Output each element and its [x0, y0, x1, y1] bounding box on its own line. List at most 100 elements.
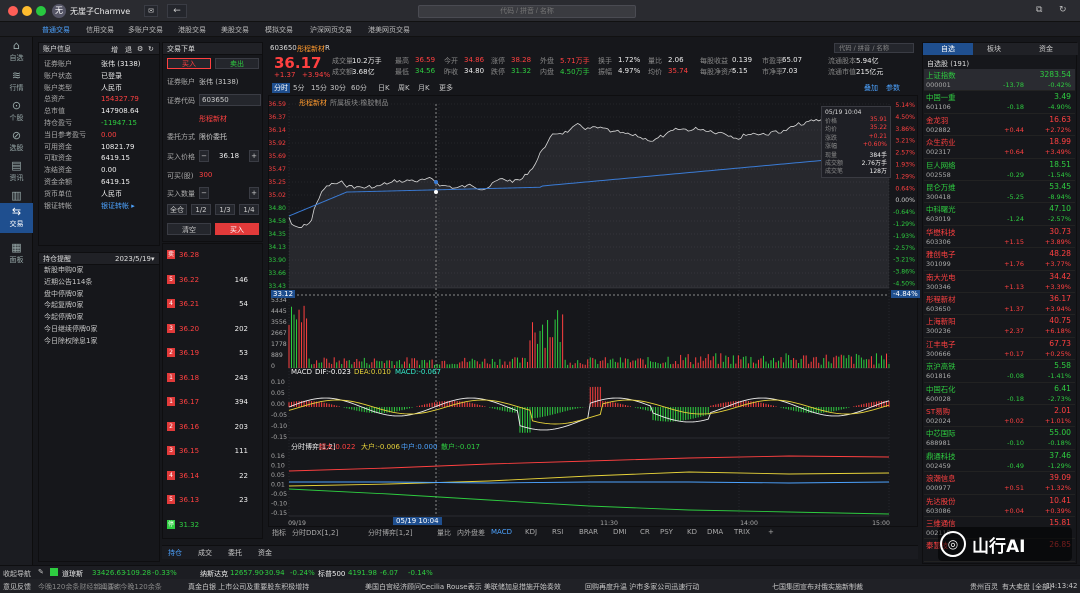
ticker-news-5[interactable]: 七国集团宣布对俄实施新制裁	[772, 582, 863, 592]
watchlist-group[interactable]: 自选股 (191)	[927, 59, 969, 69]
watchlist-row[interactable]: 中科曙光 603019 47.10 -1.24 -2.57%	[924, 203, 1075, 226]
period-tab[interactable]: 日K	[378, 83, 390, 93]
rail-screener[interactable]: ⊘ 选股	[0, 127, 33, 157]
tab-credit-trade[interactable]: 信用交易	[86, 25, 114, 35]
avatar[interactable]: 无	[52, 4, 66, 18]
period-tab[interactable]: 月K	[418, 83, 430, 93]
indicator-tab[interactable]: KDJ	[525, 528, 537, 536]
orderbook-row[interactable]: 3 36.20 202	[164, 318, 262, 341]
watchlist-row[interactable]: 上证指数 000001 3283.54 -13.78 -0.42%	[924, 69, 1075, 92]
watchlist-row[interactable]: 中国一重 601106 3.49 -0.18 -4.90%	[924, 91, 1075, 114]
order-type-select[interactable]: 限价委托	[199, 132, 227, 142]
ticker-watch-2[interactable]: 有大卖盘 [全部]	[1002, 582, 1052, 592]
watchlist-row[interactable]: 昆仑万维 300418 53.45 -5.25 -8.94%	[924, 181, 1075, 204]
period-tab[interactable]: 5分	[293, 83, 304, 93]
rail-news[interactable]: ▤ 资讯	[0, 157, 33, 187]
params-link[interactable]: 参数	[886, 83, 900, 93]
watchlist-row[interactable]: ST易购 002024 2.01 +0.02 +1.01%	[924, 405, 1075, 428]
tab-us-trade[interactable]: 美股交易	[221, 25, 249, 35]
rail-panel[interactable]: ▦ 面板	[0, 239, 33, 269]
ticker-news-2[interactable]: 真金白银 上市公司及重要股东积极增持	[188, 582, 309, 592]
period-tab[interactable]: 更多	[439, 83, 453, 93]
tab-sectors[interactable]: 板块	[987, 44, 1001, 54]
orderbook-row[interactable]: 2 36.19 53	[164, 342, 262, 365]
maximize-window-button[interactable]	[36, 6, 46, 16]
reminder-item[interactable]: 今起停牌0家	[39, 312, 159, 324]
indicator-tab[interactable]: 分时DDX[1,2]	[292, 528, 338, 538]
orderbook-row[interactable]: 4 36.21 54	[164, 293, 262, 316]
tab-hk-trade[interactable]: 港股交易	[178, 25, 206, 35]
qty-plus-button[interactable]: +	[249, 187, 259, 199]
refresh-icon[interactable]: ↻	[148, 43, 154, 55]
indicator-tab[interactable]: PSY	[660, 528, 673, 536]
ticker-news-3[interactable]: 美国白宫经济顾问Cecilia Rouse表示 美联储加息措施开始奏效	[365, 582, 561, 592]
period-tab[interactable]: 15分	[311, 83, 327, 93]
sell-tab[interactable]: 卖出	[215, 58, 259, 69]
watchlist-row[interactable]: 众生药业 002317 18.99 +0.64 +3.49%	[924, 136, 1075, 159]
period-tab[interactable]: 60分	[351, 83, 367, 93]
watchlist-row[interactable]: 中芯国际 688981 55.00 -0.10 -0.18%	[924, 427, 1075, 450]
ticker-watch-1[interactable]: 贵州百灵	[970, 582, 998, 592]
rail-market[interactable]: ≋ 行情	[0, 67, 33, 97]
watchlist-row[interactable]: 浪潮信息 000977 39.09 +0.51 +1.32%	[924, 472, 1075, 495]
overlay-link[interactable]: 叠加	[864, 83, 878, 93]
orderbook-row[interactable]: 停 31.32	[164, 514, 262, 537]
order-account-select[interactable]: 张伟 (3138)	[199, 77, 239, 87]
tab-capital[interactable]: 资金	[1039, 44, 1053, 54]
qty-third-button[interactable]: 1/3	[215, 204, 235, 215]
window-layout-icon[interactable]: ⧉	[1036, 5, 1048, 17]
add-account-button[interactable]: 增	[111, 44, 118, 56]
tab-sim-trade[interactable]: 模拟交易	[265, 25, 293, 35]
pin-icon[interactable]: ✎	[38, 568, 44, 576]
qty-full-button[interactable]: 全仓	[167, 204, 187, 215]
indicator-tab[interactable]: 内外盘差	[457, 528, 485, 538]
tab-watchlist[interactable]: 自选	[923, 43, 973, 55]
indicator-tab[interactable]: MACD	[491, 528, 512, 536]
chart-area[interactable]: 36.59 36.37 36.14 35.92 35.69 35.47 35.25 35.02…	[268, 95, 920, 527]
reminder-item[interactable]: 盘中停牌0家	[39, 289, 159, 301]
settings-icon[interactable]: ⚙	[137, 43, 143, 55]
buy-tab[interactable]: 买入	[167, 58, 211, 69]
watchlist-row[interactable]: 上海新阳 300236 40.75 +2.37 +6.18%	[924, 315, 1075, 338]
indicator-tab[interactable]: TRIX	[734, 528, 750, 536]
orderbook-row[interactable]: 2 36.16 203	[164, 416, 262, 439]
watchlist-row[interactable]: 先达股份 603086 10.41 +0.04 +0.39%	[924, 495, 1075, 517]
index-field[interactable]: 道琼斯	[62, 569, 83, 579]
watchlist-row[interactable]: 南大光电 300346 34.42 +1.13 +3.39%	[924, 271, 1075, 293]
reminder-item[interactable]: 今起复牌0家	[39, 300, 159, 312]
orderbook-row[interactable]: 卖 36.28	[164, 244, 262, 267]
watchlist-row[interactable]: 江丰电子 300666 67.73 +0.17 +0.25%	[924, 338, 1075, 361]
watchlist-row[interactable]: 金龙羽 002882 16.63 +0.44 +2.72%	[924, 114, 1075, 137]
close-window-button[interactable]	[8, 6, 18, 16]
submit-buy-button[interactable]: 买入	[215, 223, 259, 235]
tab-normal-trade[interactable]: 普通交易	[42, 25, 70, 35]
orderbook-row[interactable]: 5 36.22 146	[164, 269, 262, 292]
price-minus-button[interactable]: −	[199, 150, 209, 162]
indicator-tab[interactable]: 分时博弈[1,2]	[368, 528, 413, 538]
rail-stock[interactable]: ⊙ 个股	[0, 97, 33, 127]
tab-deals[interactable]: 成交	[198, 548, 212, 558]
buy-price-input[interactable]: 36.18	[219, 152, 239, 160]
clear-button[interactable]: 清空	[167, 223, 211, 235]
reminder-item[interactable]: 今日除权除息1家	[39, 336, 159, 348]
stock-code-input[interactable]: 603650	[199, 94, 261, 106]
chevron-down-icon[interactable]: ▾	[151, 253, 155, 265]
watchlist-row[interactable]: 华懋科技 603306 30.73 +1.15 +3.89%	[924, 226, 1075, 249]
tab-funds[interactable]: 资金	[258, 548, 272, 558]
period-tab[interactable]: 分时	[272, 83, 290, 93]
tab-hk-us-web[interactable]: 港美网页交易	[368, 25, 410, 35]
price-plus-button[interactable]: +	[249, 150, 259, 162]
index-field[interactable]: 标普500	[318, 569, 345, 579]
watchlist-row[interactable]: 彤程新材 603650 36.17 +1.37 +3.94%	[924, 293, 1075, 316]
orderbook-row[interactable]: 1 36.17 394	[164, 391, 262, 414]
watchlist-row[interactable]: 鼎通科技 002459 37.46 -0.49 -1.29%	[924, 450, 1075, 473]
indicator-tab[interactable]: 量比	[437, 528, 451, 538]
indicator-tab[interactable]: RSI	[552, 528, 563, 536]
tab-orders[interactable]: 委托	[228, 548, 242, 558]
tab-sh-sz-web[interactable]: 沪深网页交易	[310, 25, 352, 35]
watchlist-row[interactable]: 京沪高铁 601816 5.58 -0.08 -1.41%	[924, 360, 1075, 383]
indicator-tab[interactable]: 指标	[272, 528, 286, 538]
account-row-value[interactable]: 银证转帐 ▸	[101, 202, 135, 210]
mail-icon[interactable]: ✉	[144, 5, 158, 17]
reminder-date[interactable]: 2023/5/19	[115, 253, 151, 265]
